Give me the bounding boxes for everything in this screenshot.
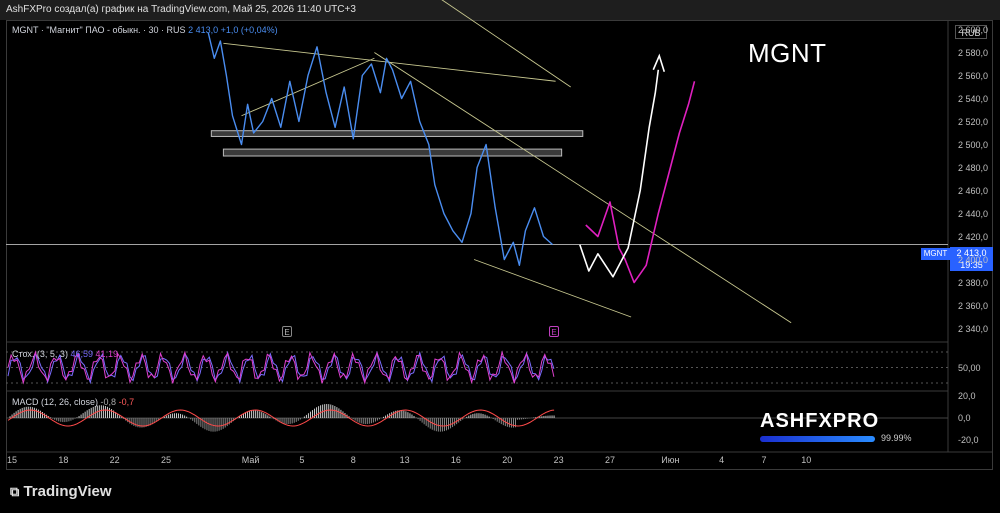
chart-title: MGNT bbox=[748, 38, 827, 68]
x-tick-label: Июн bbox=[661, 455, 680, 465]
x-tick-label: 10 bbox=[801, 455, 812, 465]
legend-symbol: MGNT · "Магнит" ПАО - обыкн. · 30 · RUS bbox=[12, 25, 186, 35]
x-tick-label: 20 bbox=[502, 455, 513, 465]
symbol-tag: MGNT bbox=[921, 248, 950, 260]
tv-logo-icon: ⧉ bbox=[10, 484, 20, 499]
x-tick-label: 23 bbox=[553, 455, 564, 465]
watermark-percent: 99.99% bbox=[881, 433, 912, 443]
macd-tick-label: 0,0 bbox=[958, 413, 971, 423]
stoch-label: Стох. (3, 5, 3) 46,59 41,19 bbox=[12, 349, 118, 359]
y-tick-label: 2 440,0 bbox=[958, 208, 989, 219]
stoch-k-value: 46,59 bbox=[70, 349, 93, 359]
y-tick-label: 2 580,0 bbox=[958, 47, 989, 58]
y-tick-label: 2 560,0 bbox=[958, 70, 989, 81]
x-tick-label: 15 bbox=[6, 455, 18, 465]
x-tick-label: 5 bbox=[299, 455, 305, 465]
y-tick-label: 2 520,0 bbox=[958, 116, 989, 127]
x-tick-label: 22 bbox=[109, 455, 120, 465]
macd-tick-label: -20,0 bbox=[958, 435, 979, 445]
macd-value-1: -0,8 bbox=[100, 397, 117, 407]
y-tick-label: 2 380,0 bbox=[958, 277, 989, 288]
y-tick-label: 2 460,0 bbox=[958, 185, 989, 196]
y-tick-label: 2 500,0 bbox=[958, 139, 989, 150]
chart-legend: MGNT · "Магнит" ПАО - обыкн. · 30 · RUS … bbox=[12, 25, 278, 35]
y-tick-label: 2 540,0 bbox=[958, 93, 989, 104]
x-tick-label: 25 bbox=[161, 455, 172, 465]
stoch-name: Стох. (3, 5, 3) bbox=[12, 349, 68, 359]
x-tick-label: 7 bbox=[761, 455, 767, 465]
earnings-marker[interactable]: E bbox=[282, 326, 292, 337]
projection-arrowhead bbox=[652, 53, 666, 72]
y-tick-label: 2 420,0 bbox=[958, 231, 989, 242]
x-tick-label: 27 bbox=[604, 455, 615, 465]
x-tick-label: Май bbox=[241, 455, 260, 465]
legend-change: +1,0 (+0,04%) bbox=[220, 25, 278, 35]
x-tick-label: 16 bbox=[450, 455, 461, 465]
legend-price: 2 413,0 bbox=[188, 25, 219, 35]
support-zone-1 bbox=[222, 148, 563, 157]
watermark-brand: ASHFXPRO bbox=[760, 410, 880, 432]
tv-logo-text: TradingView bbox=[23, 483, 112, 500]
x-tick-label: 13 bbox=[399, 455, 410, 465]
trendline-4 bbox=[241, 57, 375, 117]
earnings-marker-upcoming[interactable]: E bbox=[549, 326, 559, 337]
trendline-1 bbox=[374, 52, 792, 324]
stoch-tick-label: 50,00 bbox=[958, 362, 981, 373]
y-tick-label: 2 600,0 bbox=[958, 24, 989, 35]
macd-name: MACD (12, 26, close) bbox=[12, 397, 99, 407]
x-tick-label: 4 bbox=[719, 455, 725, 465]
y-tick-label: 2 400,0 bbox=[958, 254, 989, 265]
tradingview-logo[interactable]: ⧉ TradingView bbox=[10, 483, 112, 500]
stoch-d-value: 41,19 bbox=[95, 349, 119, 359]
watermark-progress-fill bbox=[760, 436, 875, 442]
x-tick-label: 18 bbox=[58, 455, 69, 465]
y-tick-label: 2 480,0 bbox=[958, 162, 989, 173]
macd-tick-label: 20,0 bbox=[958, 391, 976, 401]
macd-label: MACD (12, 26, close) -0,8 -0,7 bbox=[12, 397, 134, 407]
support-zone-0 bbox=[210, 130, 584, 137]
macd-value-2: -0,7 bbox=[118, 397, 135, 407]
y-tick-label: 2 340,0 bbox=[958, 323, 989, 334]
y-tick-label: 2 360,0 bbox=[958, 300, 989, 311]
trendline-2 bbox=[441, 0, 571, 88]
watermark-progress bbox=[760, 436, 875, 442]
projection-magenta bbox=[585, 81, 696, 284]
x-tick-label: 8 bbox=[350, 455, 356, 465]
